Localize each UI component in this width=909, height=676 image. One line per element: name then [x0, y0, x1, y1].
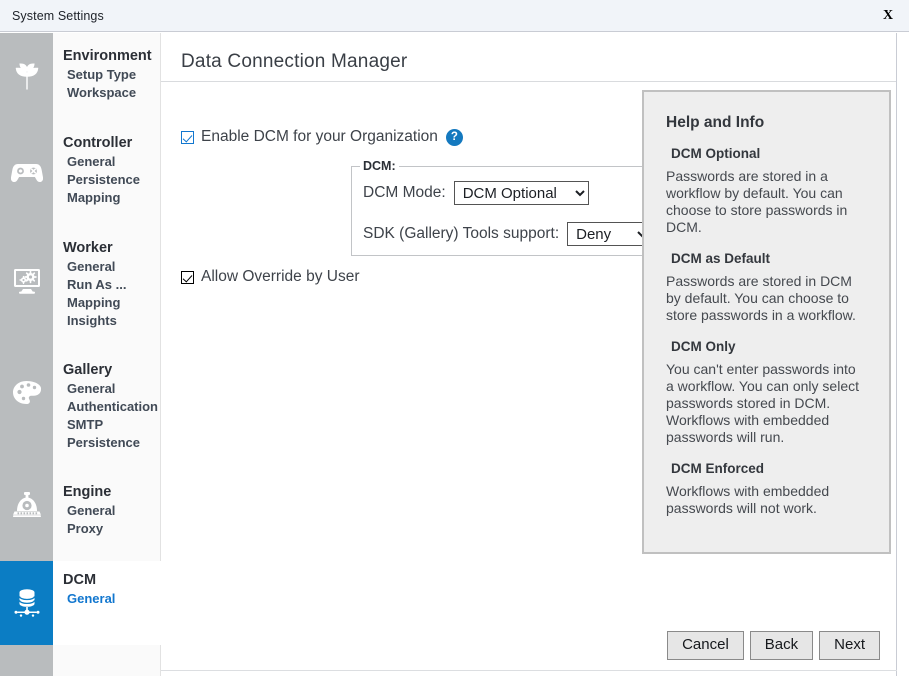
- sidebar-item-gallery-general[interactable]: General: [53, 380, 161, 398]
- rail-icon-gallery[interactable]: [0, 337, 53, 449]
- nav-group-label-engine: Engine: [63, 484, 112, 500]
- rail-icon-engine[interactable]: [0, 449, 53, 561]
- sidebar-item-worker-general[interactable]: General: [53, 258, 161, 276]
- nav-group-gallery: Gallery General Authentication SMTP Pers…: [53, 360, 161, 452]
- next-button[interactable]: Next: [819, 631, 880, 660]
- sidebar-item-engine-proxy[interactable]: Proxy: [53, 520, 161, 538]
- enable-dcm-checkbox[interactable]: [181, 130, 194, 144]
- dcm-mode-select[interactable]: DCM Optional DCM as Default DCM Only DCM…: [453, 181, 589, 205]
- locomotive-icon: [12, 491, 42, 519]
- sidebar-item-controller-general[interactable]: General: [53, 153, 161, 171]
- help-body-dcm-only: You can't enter passwords into a workflo…: [666, 361, 860, 445]
- dcm-mode-row: DCM Mode: DCM Optional DCM as Default DC…: [363, 181, 589, 205]
- sidebar-item-gallery-persistence[interactable]: Persistence: [53, 434, 161, 452]
- cancel-button[interactable]: Cancel: [667, 631, 744, 660]
- title-bar: System Settings X: [0, 0, 909, 32]
- dcm-mode-label: DCM Mode:: [363, 184, 446, 201]
- sidebar-item-workspace[interactable]: Workspace: [53, 84, 161, 102]
- sdk-support-row: SDK (Gallery) Tools support: Deny Allow: [363, 222, 652, 246]
- page-title: Data Connection Manager: [181, 51, 408, 72]
- sidebar-item-engine-general[interactable]: General: [53, 502, 161, 520]
- help-heading-dcm-only: DCM Only: [671, 339, 736, 354]
- nav-group-environment: Environment Setup Type Workspace: [53, 46, 161, 102]
- help-heading-dcm-as-default: DCM as Default: [671, 251, 771, 266]
- sidebar-item-worker-mapping[interactable]: Mapping: [53, 294, 161, 312]
- sidebar-item-dcm-general[interactable]: General: [53, 590, 161, 608]
- enable-dcm-row: Enable DCM for your Organization ?: [181, 128, 463, 146]
- rail-icon-environment[interactable]: [0, 33, 53, 121]
- nav-group-label-dcm: DCM: [63, 572, 97, 588]
- sidebar-item-controller-persistence[interactable]: Persistence: [53, 171, 161, 189]
- footer-divider: [161, 670, 897, 671]
- nav-group-label-controller: Controller: [63, 135, 133, 151]
- nav-group-controller: Controller General Persistence Mapping: [53, 133, 161, 207]
- nav-group-dcm: DCM General: [53, 561, 161, 645]
- database-network-icon: [13, 588, 41, 618]
- sidebar-item-setup-type[interactable]: Setup Type: [53, 66, 161, 84]
- enable-dcm-label: Enable DCM for your Organization: [201, 128, 438, 145]
- sidebar-item-gallery-authentication[interactable]: Authentication: [53, 398, 161, 416]
- nav-group-label-worker: Worker: [63, 240, 113, 256]
- close-icon[interactable]: X: [877, 5, 899, 27]
- icon-rail: [0, 33, 53, 676]
- help-body-dcm-as-default: Passwords are stored in DCM by default. …: [666, 273, 856, 323]
- help-question-icon[interactable]: ?: [445, 128, 463, 146]
- gamepad-icon: [10, 161, 43, 185]
- nav-group-engine: Engine General Proxy: [53, 482, 161, 538]
- rail-icon-dcm[interactable]: [0, 561, 53, 645]
- dcm-fieldset-legend: DCM:: [360, 159, 399, 173]
- footer-buttons: Cancel Back Next: [667, 631, 880, 660]
- help-and-info-panel: Help and Info DCM Optional Passwords are…: [642, 90, 891, 554]
- window-title: System Settings: [12, 8, 104, 23]
- rail-icon-controller[interactable]: [0, 121, 53, 225]
- back-button[interactable]: Back: [749, 631, 814, 660]
- sidebar-item-worker-insights[interactable]: Insights: [53, 312, 161, 330]
- nav-group-worker: Worker General Run As ... Mapping Insigh…: [53, 238, 161, 330]
- content-panel: Data Connection Manager Enable DCM for y…: [161, 33, 897, 676]
- settings-nav: Environment Setup Type Workspace Control…: [53, 33, 161, 676]
- allow-override-row: Allow Override by User: [181, 268, 360, 286]
- help-heading-dcm-optional: DCM Optional: [671, 146, 761, 161]
- allow-override-checkbox[interactable]: [181, 270, 194, 284]
- system-settings-window: System Settings X Environment Setup Type…: [0, 0, 909, 676]
- help-panel-title: Help and Info: [666, 114, 765, 131]
- help-body-dcm-optional: Passwords are stored in a workflow by de…: [666, 168, 848, 235]
- leaf-icon: [12, 62, 42, 92]
- sdk-support-label: SDK (Gallery) Tools support:: [363, 225, 560, 242]
- sidebar-item-gallery-smtp[interactable]: SMTP: [53, 416, 161, 434]
- palette-icon: [12, 380, 42, 406]
- rail-icon-worker[interactable]: [0, 225, 53, 337]
- help-heading-dcm-enforced: DCM Enforced: [671, 461, 765, 476]
- nav-group-label-gallery: Gallery: [63, 362, 113, 378]
- sidebar-item-worker-run-as[interactable]: Run As ...: [53, 276, 161, 294]
- title-divider: [161, 81, 896, 82]
- help-body-dcm-enforced: Workflows with embedded passwords will n…: [666, 483, 830, 516]
- sidebar-item-controller-mapping[interactable]: Mapping: [53, 189, 161, 207]
- monitor-gears-icon: [11, 267, 43, 295]
- nav-group-label-environment: Environment: [63, 48, 152, 64]
- allow-override-label: Allow Override by User: [201, 268, 360, 285]
- sdk-support-select[interactable]: Deny Allow: [567, 222, 652, 246]
